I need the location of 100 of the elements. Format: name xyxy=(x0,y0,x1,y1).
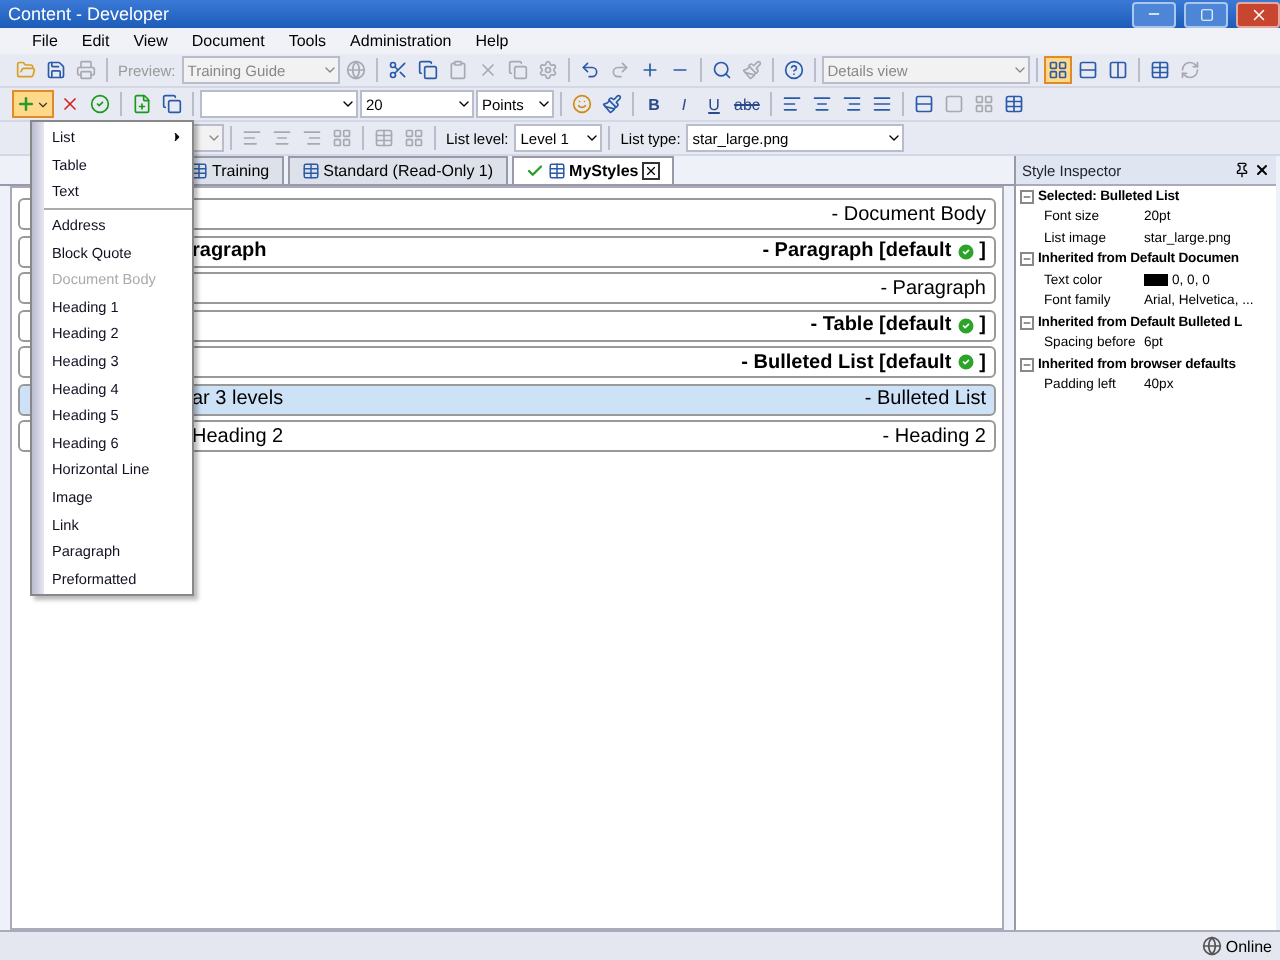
grid-view-icon xyxy=(1047,60,1068,80)
refresh-icon xyxy=(1179,60,1200,80)
submenu-arrow-icon xyxy=(170,130,184,145)
italic-button[interactable]: I xyxy=(670,90,698,118)
minus-icon xyxy=(1022,317,1032,328)
cut-icon xyxy=(387,60,408,80)
check-icon xyxy=(525,162,544,180)
copy-style-button[interactable] xyxy=(158,90,186,118)
help-icon xyxy=(783,60,804,80)
style-combo[interactable] xyxy=(192,124,224,152)
style-type: - Paragraph [default xyxy=(762,240,952,262)
bold-button[interactable]: B xyxy=(640,90,668,118)
caret-icon xyxy=(36,97,50,111)
copy-style-icon xyxy=(162,94,182,114)
outdent-icon xyxy=(272,128,292,148)
maximize-icon xyxy=(1199,7,1213,21)
globe-icon xyxy=(345,60,366,80)
close-button[interactable] xyxy=(1236,1,1280,27)
style-type: - Table [default xyxy=(810,314,952,336)
copy-button[interactable] xyxy=(413,56,442,84)
expand-toggle[interactable] xyxy=(1020,189,1034,204)
paste-icon xyxy=(447,60,468,80)
menu-item[interactable]: Document xyxy=(179,32,277,50)
delete-icon xyxy=(477,60,498,80)
status-text: Online xyxy=(1225,937,1272,955)
style-name: Heading 2 xyxy=(192,425,284,447)
check-icon xyxy=(90,94,110,114)
minus-icon xyxy=(1022,254,1032,265)
close-icon xyxy=(644,164,659,178)
columns-view-icon xyxy=(1107,60,1128,80)
menu-item[interactable]: Help xyxy=(463,32,521,50)
globe-button[interactable] xyxy=(341,56,370,84)
gear-icon xyxy=(537,60,558,80)
grid-button[interactable] xyxy=(328,124,356,152)
bracket-text: ] xyxy=(979,351,986,373)
tab-close-button[interactable] xyxy=(642,162,661,180)
cells-icon xyxy=(404,128,424,148)
undo-icon xyxy=(579,60,600,80)
underline-button[interactable]: U xyxy=(700,90,728,118)
redo-icon xyxy=(609,60,630,80)
save-button[interactable] xyxy=(42,56,70,84)
default-check-icon xyxy=(955,352,976,372)
duplicate-button[interactable] xyxy=(503,56,532,84)
expand-toggle[interactable] xyxy=(1020,357,1034,372)
minimize-button[interactable] xyxy=(1132,1,1176,27)
menu-item[interactable]: Administration xyxy=(338,32,464,50)
default-check-icon xyxy=(955,241,976,261)
tab-label: Standard (Read-Only 1) xyxy=(323,162,494,180)
help-button[interactable] xyxy=(779,56,808,84)
strikethrough-button[interactable]: abc xyxy=(730,90,764,118)
add-element-button[interactable] xyxy=(12,90,54,118)
bracket-text: ] xyxy=(979,240,986,262)
maximize-button[interactable] xyxy=(1184,1,1228,27)
align-justify-icon xyxy=(871,94,892,114)
fill-button[interactable] xyxy=(598,90,626,118)
menu-item[interactable]: Edit xyxy=(69,32,122,50)
network-icon xyxy=(1201,936,1222,956)
grid-icon xyxy=(332,128,352,148)
fill-icon xyxy=(602,94,622,114)
pin-icon[interactable] xyxy=(1234,162,1250,178)
align-center-icon xyxy=(811,94,832,114)
menu-item[interactable]: View xyxy=(121,32,180,50)
check-button[interactable] xyxy=(86,90,114,118)
plus-icon xyxy=(16,94,36,114)
indent-icon xyxy=(242,128,262,148)
save-icon xyxy=(46,60,66,80)
print-icon xyxy=(76,60,96,80)
expand-toggle[interactable] xyxy=(1020,252,1034,267)
close-icon[interactable] xyxy=(1254,162,1270,178)
style-type: - Document Body xyxy=(831,203,986,225)
menu-item[interactable]: Tools xyxy=(276,32,339,50)
style-type: - Paragraph xyxy=(880,277,986,299)
align-left-icon xyxy=(781,94,802,114)
cells-button[interactable] xyxy=(400,124,428,152)
expand-icon xyxy=(639,60,660,80)
new-style-icon xyxy=(132,94,152,114)
duplicate-icon xyxy=(507,60,528,80)
bracket-text: ] xyxy=(979,314,986,336)
minus-icon xyxy=(1022,359,1032,370)
remove-icon xyxy=(60,94,80,114)
tab-label: Training xyxy=(212,162,270,180)
font-combo[interactable] xyxy=(200,90,358,118)
menu-item[interactable]: File xyxy=(20,32,70,50)
rows-view-icon xyxy=(1077,60,1098,80)
details-view-button[interactable] xyxy=(1043,56,1072,84)
style-type: - Heading 2 xyxy=(882,425,986,447)
expand-toggle[interactable] xyxy=(1020,315,1034,330)
default-check-icon xyxy=(955,315,976,335)
document-tab[interactable]: MyStyles xyxy=(511,156,675,184)
style-type: - Bulleted List xyxy=(864,388,986,410)
align-right-icon xyxy=(841,94,862,114)
open-icon xyxy=(16,60,36,80)
document-tab[interactable]: Standard (Read-Only 1) xyxy=(287,156,508,184)
spacing-icon xyxy=(913,94,934,114)
brush-icon xyxy=(741,60,762,80)
table-icon xyxy=(374,128,394,148)
window-title: Content - Developer xyxy=(8,4,172,24)
tab-label: MyStyles xyxy=(569,162,639,180)
close-icon xyxy=(1249,5,1267,23)
table-button[interactable] xyxy=(370,124,398,152)
